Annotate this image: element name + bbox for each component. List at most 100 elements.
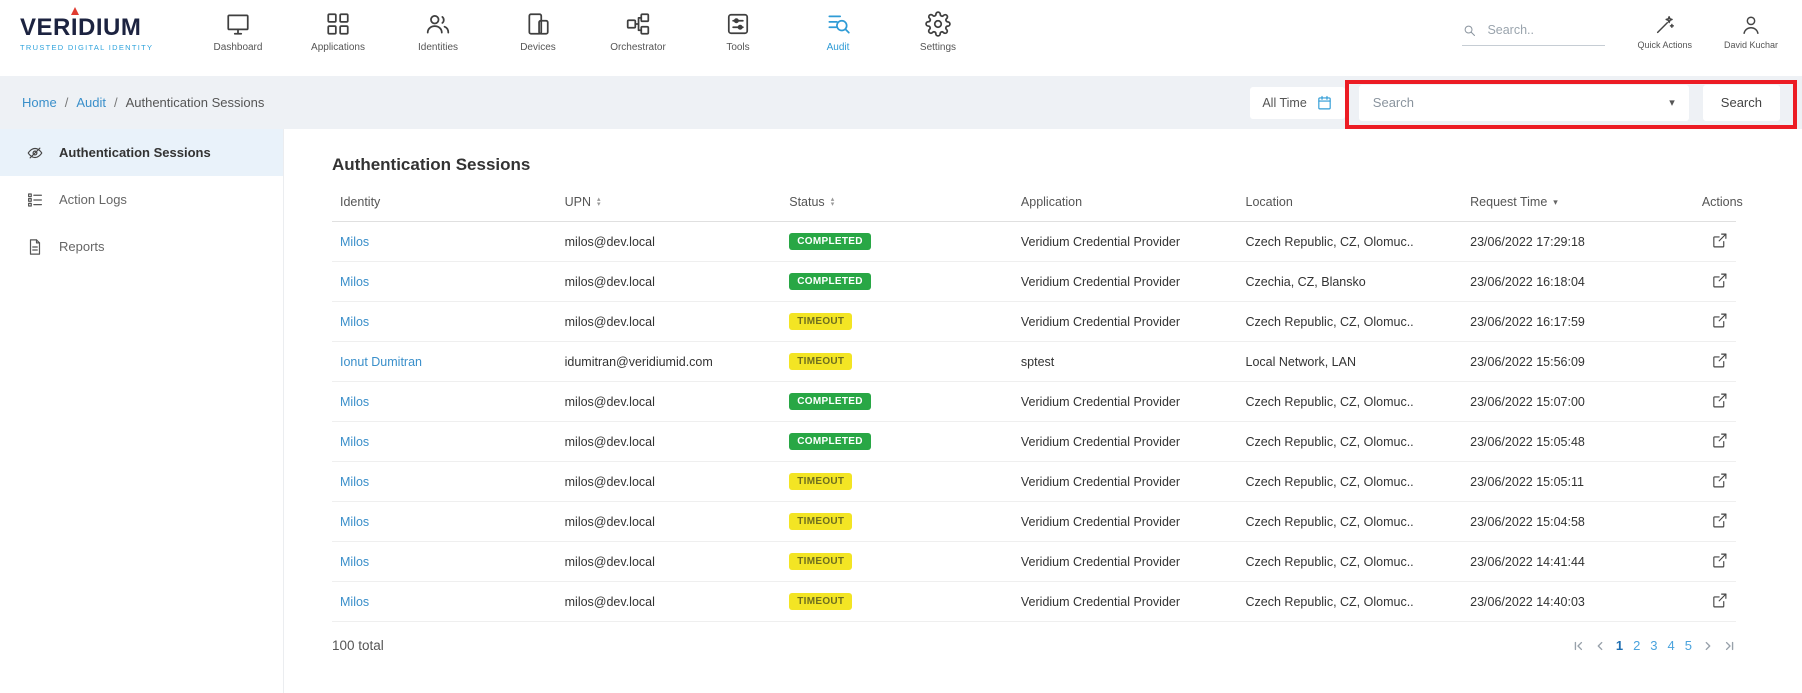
upn-cell: milos@dev.local — [557, 262, 782, 302]
identity-link[interactable]: Milos — [340, 395, 369, 409]
upn-cell: milos@dev.local — [557, 582, 782, 622]
nav-item-applications[interactable]: Applications — [288, 8, 388, 53]
nav-item-label: Dashboard — [214, 42, 263, 53]
action-logs-icon — [26, 191, 44, 209]
sidebar: Authentication Sessions Action Logs Repo… — [0, 129, 284, 693]
table-row: Milos milos@dev.local COMPLETED Veridium… — [332, 262, 1736, 302]
table-row: Milos milos@dev.local COMPLETED Veridium… — [332, 382, 1736, 422]
reports-icon — [26, 238, 44, 256]
status-badge: TIMEOUT — [789, 513, 852, 530]
table-footer: 100 total 12345 — [332, 638, 1736, 653]
view-session-icon[interactable] — [1711, 392, 1728, 409]
table-row: Milos milos@dev.local COMPLETED Veridium… — [332, 222, 1736, 262]
global-search-input[interactable] — [1485, 22, 1605, 38]
breadcrumb-audit-link[interactable]: Audit — [76, 95, 106, 110]
identity-link[interactable]: Milos — [340, 555, 369, 569]
nav-item-label: Devices — [520, 42, 556, 53]
pagination: 12345 — [1572, 638, 1736, 653]
pagination-page-1[interactable]: 1 — [1616, 638, 1623, 653]
pagination-page-5[interactable]: 5 — [1685, 638, 1692, 653]
sort-icon: ▴▾ — [831, 197, 835, 207]
view-session-icon[interactable] — [1711, 552, 1728, 569]
column-header-upn[interactable]: UPN ▴▾ — [557, 185, 782, 222]
devices-icon — [525, 11, 551, 37]
identity-link[interactable]: Milos — [340, 315, 369, 329]
main-nav: Dashboard Applications Identities Device… — [188, 8, 988, 53]
sidebar-item-authentication-sessions[interactable]: Authentication Sessions — [0, 129, 283, 176]
pagination-page-3[interactable]: 3 — [1650, 638, 1657, 653]
pagination-page-4[interactable]: 4 — [1668, 638, 1675, 653]
view-session-icon[interactable] — [1711, 272, 1728, 289]
identity-link[interactable]: Milos — [340, 235, 369, 249]
column-header-actions: Actions — [1694, 185, 1736, 222]
user-avatar-icon — [1740, 14, 1762, 36]
quick-actions-button[interactable]: Quick Actions — [1637, 12, 1692, 50]
nav-item-label: Applications — [311, 42, 365, 53]
nav-item-tools[interactable]: Tools — [688, 8, 788, 53]
identity-link[interactable]: Milos — [340, 515, 369, 529]
nav-item-audit[interactable]: Audit — [788, 8, 888, 53]
first-page-button[interactable] — [1572, 640, 1584, 652]
table-row: Milos milos@dev.local TIMEOUT Veridium C… — [332, 502, 1736, 542]
location-cell: Czech Republic, CZ, Olomuc.. — [1238, 542, 1463, 582]
user-menu[interactable]: David Kuchar — [1724, 12, 1778, 50]
status-badge: COMPLETED — [789, 273, 870, 290]
veridium-logo[interactable]: VERIDIUM TRUSTED DIGITAL IDENTITY — [20, 16, 153, 52]
time-range-filter[interactable]: All Time — [1250, 87, 1344, 119]
next-page-button[interactable] — [1702, 640, 1714, 652]
application-cell: Veridium Credential Provider — [1013, 422, 1238, 462]
upn-cell: idumitran@veridiumid.com — [557, 342, 782, 382]
top-header: VERIDIUM TRUSTED DIGITAL IDENTITY Dashbo… — [0, 0, 1802, 76]
nav-item-orchestrator[interactable]: Orchestrator — [588, 8, 688, 53]
search-type-dropdown[interactable]: Search ▾ — [1359, 85, 1689, 121]
search-button[interactable]: Search — [1703, 85, 1780, 121]
logo-wordmark: VERIDIUM — [20, 16, 153, 40]
request-time-cell: 23/06/2022 14:40:03 — [1462, 582, 1694, 622]
total-count-label: 100 total — [332, 638, 384, 653]
view-session-icon[interactable] — [1711, 472, 1728, 489]
sidebar-item-action-logs[interactable]: Action Logs — [0, 176, 283, 223]
column-header-request-time[interactable]: Request Time ▾ — [1462, 185, 1694, 222]
sidebar-item-reports[interactable]: Reports — [0, 223, 283, 270]
location-cell: Local Network, LAN — [1238, 342, 1463, 382]
chevron-down-icon: ▾ — [1669, 96, 1675, 109]
view-session-icon[interactable] — [1711, 312, 1728, 329]
application-cell: Veridium Credential Provider — [1013, 502, 1238, 542]
nav-item-label: Orchestrator — [610, 42, 666, 53]
upn-cell: milos@dev.local — [557, 502, 782, 542]
last-page-button[interactable] — [1724, 640, 1736, 652]
nav-item-label: Tools — [726, 42, 749, 53]
status-badge: TIMEOUT — [789, 353, 852, 370]
nav-item-devices[interactable]: Devices — [488, 8, 588, 53]
breadcrumb-separator — [65, 95, 69, 110]
identity-link[interactable]: Milos — [340, 275, 369, 289]
identity-link[interactable]: Milos — [340, 435, 369, 449]
nav-item-settings[interactable]: Settings — [888, 8, 988, 53]
application-cell: sptest — [1013, 342, 1238, 382]
view-session-icon[interactable] — [1711, 232, 1728, 249]
status-badge: TIMEOUT — [789, 473, 852, 490]
view-session-icon[interactable] — [1711, 592, 1728, 609]
previous-page-button[interactable] — [1594, 640, 1606, 652]
sidebar-item-label: Authentication Sessions — [59, 145, 211, 160]
identity-link[interactable]: Milos — [340, 595, 369, 609]
view-session-icon[interactable] — [1711, 432, 1728, 449]
tools-icon — [725, 11, 751, 37]
location-cell: Czech Republic, CZ, Olomuc.. — [1238, 422, 1463, 462]
view-session-icon[interactable] — [1711, 352, 1728, 369]
identity-link[interactable]: Milos — [340, 475, 369, 489]
view-session-icon[interactable] — [1711, 512, 1728, 529]
breadcrumb-home-link[interactable]: Home — [22, 95, 57, 110]
pagination-page-2[interactable]: 2 — [1633, 638, 1640, 653]
settings-gear-icon — [925, 11, 951, 37]
nav-item-identities[interactable]: Identities — [388, 8, 488, 53]
search-icon — [1462, 23, 1477, 38]
column-header-status[interactable]: Status ▴▾ — [781, 185, 1013, 222]
request-time-cell: 23/06/2022 15:56:09 — [1462, 342, 1694, 382]
nav-item-dashboard[interactable]: Dashboard — [188, 8, 288, 53]
application-cell: Veridium Credential Provider — [1013, 462, 1238, 502]
status-badge: COMPLETED — [789, 233, 870, 250]
sessions-table-body: Milos milos@dev.local COMPLETED Veridium… — [332, 222, 1736, 622]
identity-link[interactable]: Ionut Dumitran — [340, 355, 422, 369]
request-time-cell: 23/06/2022 15:07:00 — [1462, 382, 1694, 422]
